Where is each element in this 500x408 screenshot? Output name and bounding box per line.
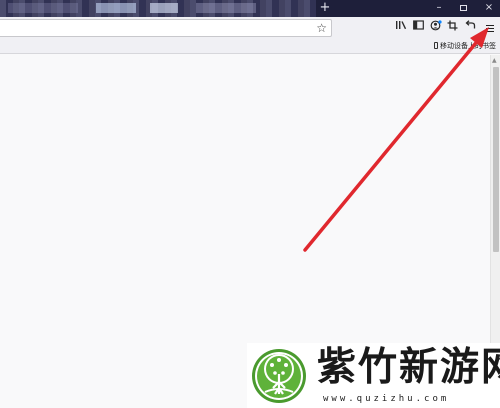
navigation-toolbar: ☆ <box>0 17 500 39</box>
bookmark-star-icon[interactable]: ☆ <box>316 20 327 36</box>
library-icon[interactable] <box>394 20 408 36</box>
back-icon[interactable] <box>463 20 477 36</box>
screenshot-icon[interactable] <box>446 20 460 36</box>
mobile-bookmarks-item[interactable]: 移动设备上的书签 <box>434 40 496 53</box>
mobile-bookmarks-label: 移动设备上的书签 <box>440 42 496 50</box>
restore-icon <box>459 5 467 11</box>
new-tab-button[interactable]: + <box>318 0 332 17</box>
minimize-button[interactable]: – <box>428 0 450 17</box>
address-bar[interactable]: ☆ <box>0 19 332 37</box>
tab-strip-blurred[interactable] <box>0 0 316 17</box>
scroll-up-arrow-icon[interactable]: ▲ <box>492 57 497 64</box>
watermark-url: www.quzizhu.com <box>323 394 450 404</box>
account-icon[interactable] <box>429 20 443 36</box>
phone-icon <box>434 42 438 49</box>
sidebar-icon[interactable] <box>411 20 425 36</box>
scroll-thumb[interactable] <box>493 67 499 252</box>
watermark-panel: 紫竹新游网 www.quzizhu.com <box>247 343 500 408</box>
watermark-title: 紫竹新游网 <box>317 345 500 390</box>
browser-window: + – × ☆ 移动设备上的书签 ▲ 紫竹新游 www.quzizhu.com <box>0 0 500 408</box>
title-bar: + – × <box>0 0 500 17</box>
maximize-button[interactable] <box>452 0 474 17</box>
tree-logo-icon <box>252 349 306 403</box>
menu-icon[interactable] <box>482 19 498 37</box>
bookmarks-toolbar: 移动设备上的书签 <box>0 39 500 54</box>
close-button[interactable]: × <box>478 0 500 17</box>
